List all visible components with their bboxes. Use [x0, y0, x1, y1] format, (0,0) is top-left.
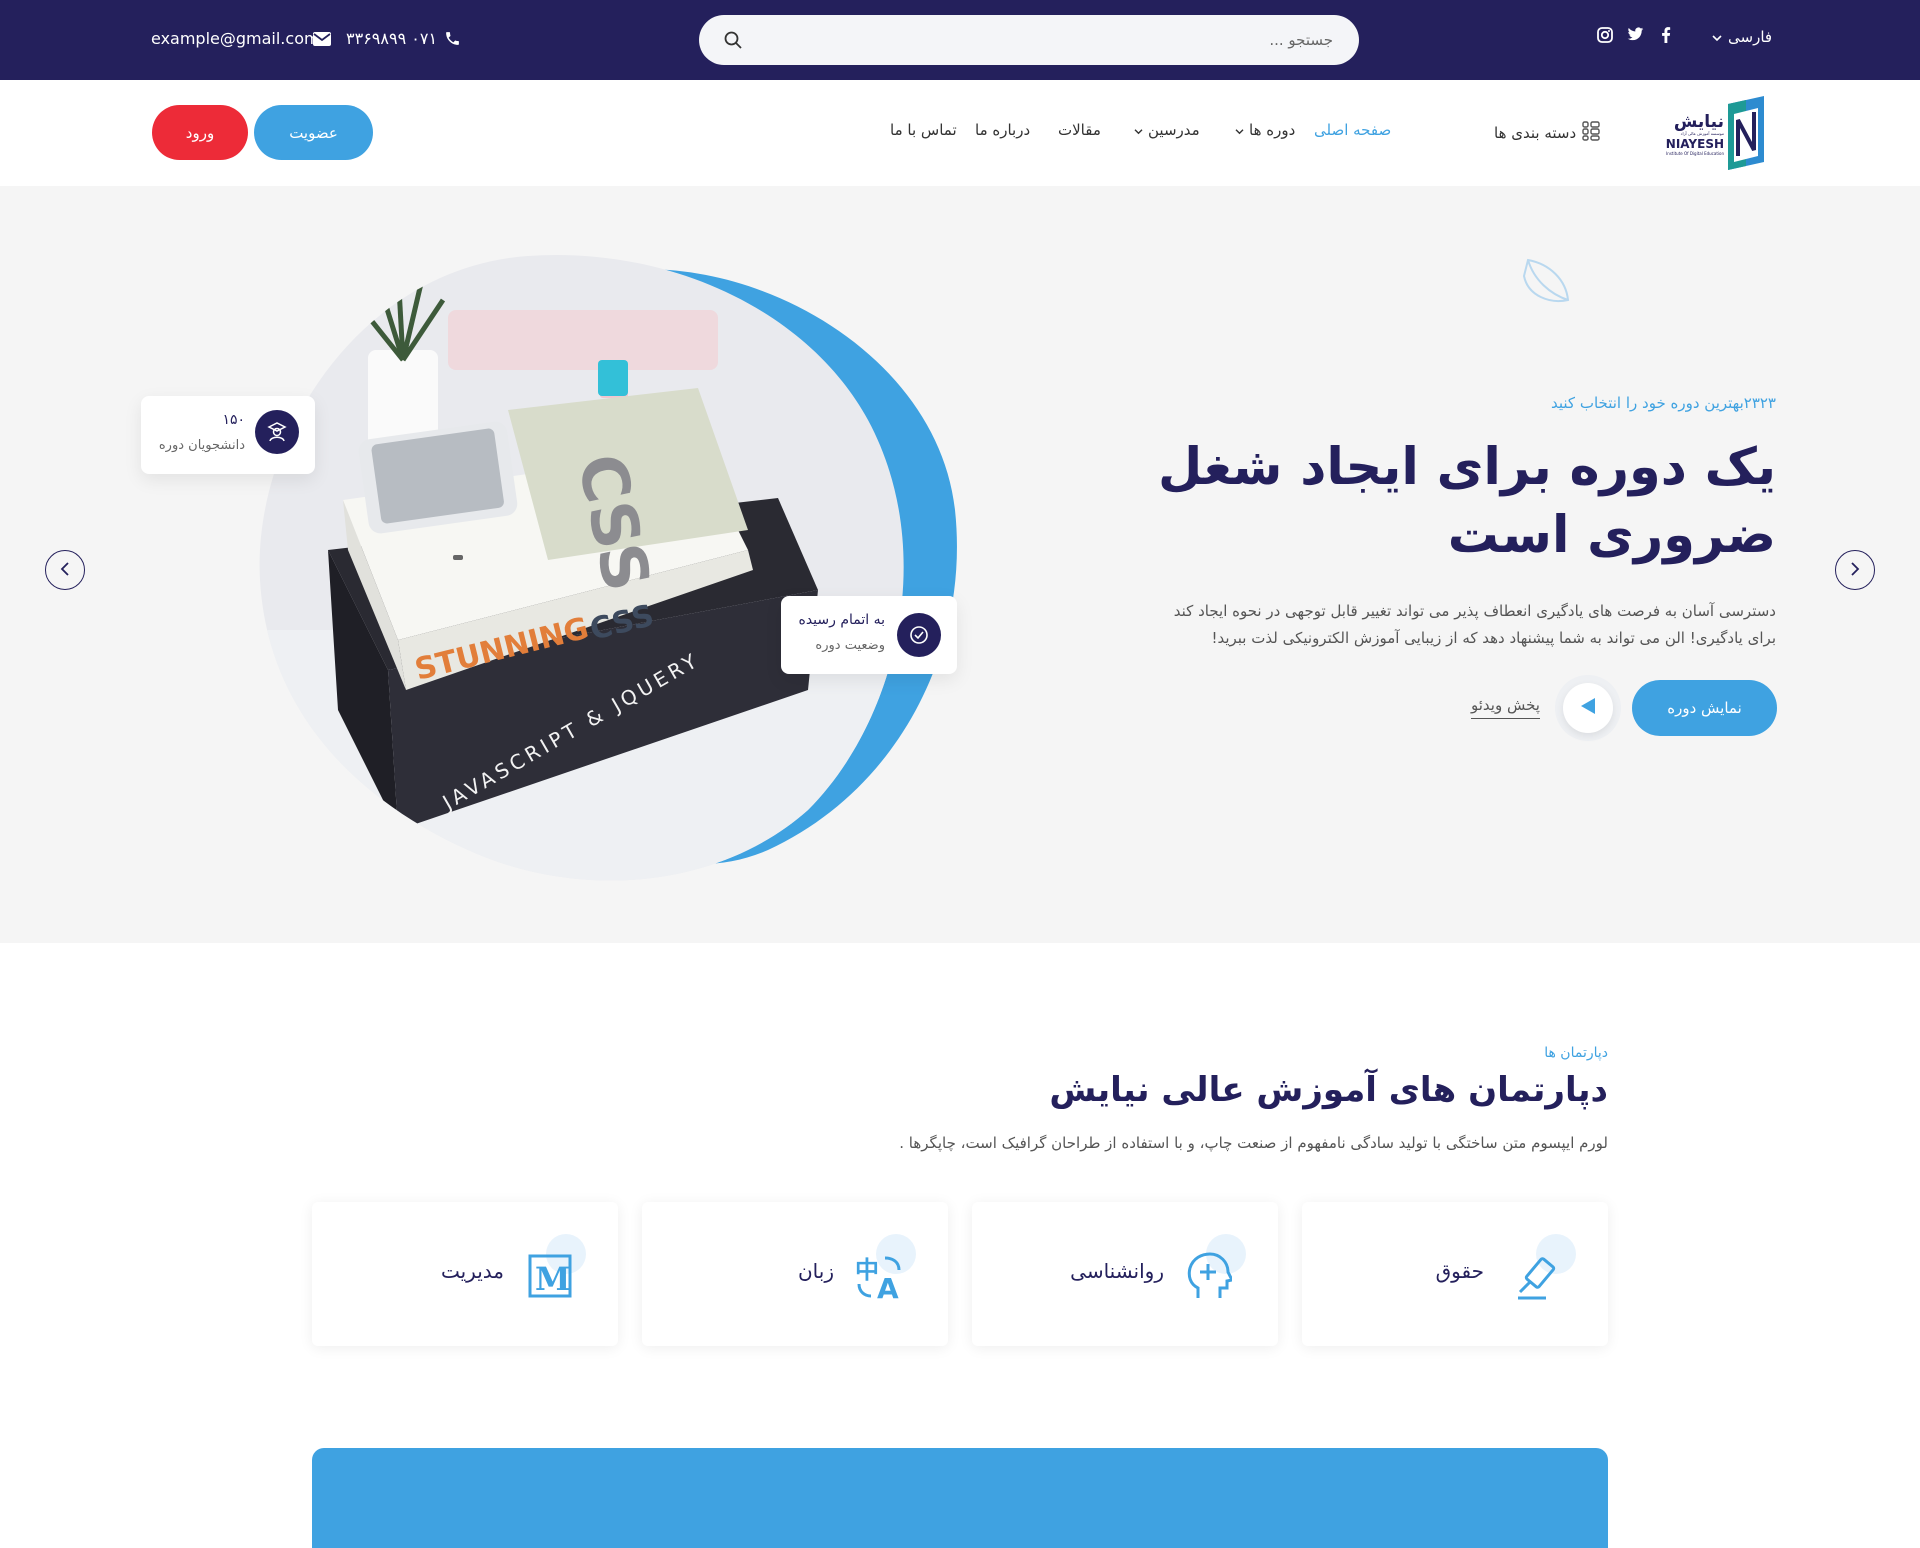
- logo-name-en: NIAYESH: [1665, 137, 1724, 151]
- hero-tagline: ۲۳۲۳بهترین دوره خود را انتخاب کنید: [1550, 394, 1776, 412]
- chevron-down-icon: [1235, 121, 1244, 139]
- departments-tag: دپارتمان ها: [1544, 1045, 1608, 1061]
- language-label: فارسی: [1728, 28, 1773, 46]
- chevron-left-icon: [60, 561, 70, 580]
- search-icon[interactable]: [723, 30, 743, 54]
- chevron-right-icon: [1850, 561, 1860, 580]
- hero-description: دسترسی آسان به فرصت های یادگیری انعطاف پ…: [1136, 598, 1776, 652]
- department-label: زبان: [797, 1259, 834, 1283]
- contact-phone[interactable]: ۰۷۱ ۳۳۶۹۸۹۹: [346, 29, 437, 48]
- nav-teachers-label: مدرسین: [1148, 121, 1200, 139]
- grid-list-icon: [1582, 121, 1600, 145]
- department-label: روانشناسی: [1070, 1259, 1164, 1283]
- hero-title-line-2: ضروری است: [1447, 506, 1776, 565]
- nav-home[interactable]: صفحه اصلی: [1314, 121, 1391, 139]
- check-circle-icon: [897, 613, 941, 657]
- join-button[interactable]: عضویت: [254, 105, 373, 160]
- nav-articles[interactable]: مقالات: [1058, 121, 1101, 139]
- department-card-language[interactable]: 中A زبان: [642, 1202, 948, 1346]
- students-count: ۱۵۰: [222, 412, 245, 428]
- categories-label: دسته بندی ها: [1494, 124, 1577, 142]
- students-stat-card: ۱۵۰ دانشجویان دوره: [141, 396, 315, 474]
- nav-courses[interactable]: دوره ها: [1235, 121, 1295, 139]
- departments-title: دپارتمان های آموزش عالی نیایش: [1049, 1070, 1608, 1110]
- hero-title: یک دوره برای ایجاد شغل ضروری است: [1136, 434, 1776, 570]
- login-button[interactable]: ورود: [152, 105, 248, 160]
- search-input[interactable]: [775, 15, 1335, 65]
- chevron-down-icon: [1134, 121, 1143, 139]
- prev-slide-button[interactable]: [45, 550, 85, 590]
- contact-email[interactable]: example@gmail.com: [151, 29, 320, 48]
- play-icon: [1579, 697, 1597, 719]
- department-card-law[interactable]: حقوق: [1302, 1202, 1608, 1346]
- logo-mark-icon[interactable]: [1724, 94, 1770, 176]
- phone-icon: [444, 30, 461, 51]
- departments-description: لورم ایپسوم متن ساختگی با تولید سادگی نا…: [899, 1134, 1608, 1152]
- course-status-value: به اتمام رسیده: [798, 612, 885, 628]
- show-course-button[interactable]: نمایش دوره: [1632, 680, 1777, 736]
- chevron-down-icon: [1712, 28, 1722, 46]
- search-bar: [699, 15, 1359, 65]
- language-selector[interactable]: فارسی: [1712, 28, 1772, 46]
- course-status-card: به اتمام رسیده وضعیت دوره: [781, 596, 957, 674]
- translate-icon: 中A: [855, 1254, 905, 1305]
- svg-text:中: 中: [855, 1256, 879, 1284]
- hero-image: STUNNING CSS JAVASCRIPT & JQUERY CSS: [259, 254, 957, 881]
- play-button-inner: [1563, 683, 1613, 733]
- logo-subtitle-en: Institute Of Digital Education: [1666, 151, 1724, 156]
- student-icon: [255, 410, 299, 454]
- categories-menu[interactable]: دسته بندی ها: [1494, 121, 1600, 145]
- gavel-icon: [1516, 1252, 1564, 1304]
- department-label: مدیریت: [440, 1259, 504, 1283]
- play-video-button[interactable]: [1555, 675, 1621, 741]
- mail-icon: [313, 31, 331, 50]
- svg-text:A: A: [877, 1272, 899, 1300]
- students-label: دانشجویان دوره: [158, 438, 245, 453]
- department-card-psychology[interactable]: روانشناسی: [972, 1202, 1278, 1346]
- hero-title-line-1: یک دوره برای ایجاد شغل: [1157, 438, 1776, 497]
- logo-text[interactable]: نیایش موسسه آموزش عالی آزاد NIAYESH Inst…: [1648, 113, 1724, 157]
- course-status-label: وضعیت دوره: [815, 638, 885, 653]
- nav-about[interactable]: درباره ما: [975, 121, 1030, 139]
- hero-description-line-1: دسترسی آسان به فرصت های یادگیری انعطاف پ…: [1173, 602, 1776, 620]
- svg-text:M: M: [535, 1260, 570, 1298]
- leaf-decor-icon: [1520, 256, 1570, 310]
- head-plus-icon: [1186, 1252, 1235, 1304]
- nav-courses-label: دوره ها: [1249, 121, 1296, 139]
- instagram-icon[interactable]: [1597, 27, 1615, 45]
- department-label: حقوق: [1435, 1259, 1484, 1283]
- nav-contact[interactable]: تماس با ما: [890, 121, 957, 139]
- logo-name-fa: نیایش: [1673, 112, 1724, 132]
- hero-description-line-2: برای یادگیری! الن می تواند به شما پیشنها…: [1211, 629, 1776, 647]
- cta-banner: [312, 1448, 1608, 1548]
- next-slide-button[interactable]: [1835, 550, 1875, 590]
- m-letter-icon: M: [528, 1254, 572, 1302]
- play-video-label[interactable]: پخش ویدئو: [1471, 696, 1540, 719]
- twitter-icon[interactable]: [1627, 27, 1645, 45]
- facebook-icon[interactable]: [1661, 27, 1679, 45]
- department-card-management[interactable]: M مدیریت: [312, 1202, 618, 1346]
- nav-teachers[interactable]: مدرسین: [1134, 121, 1200, 139]
